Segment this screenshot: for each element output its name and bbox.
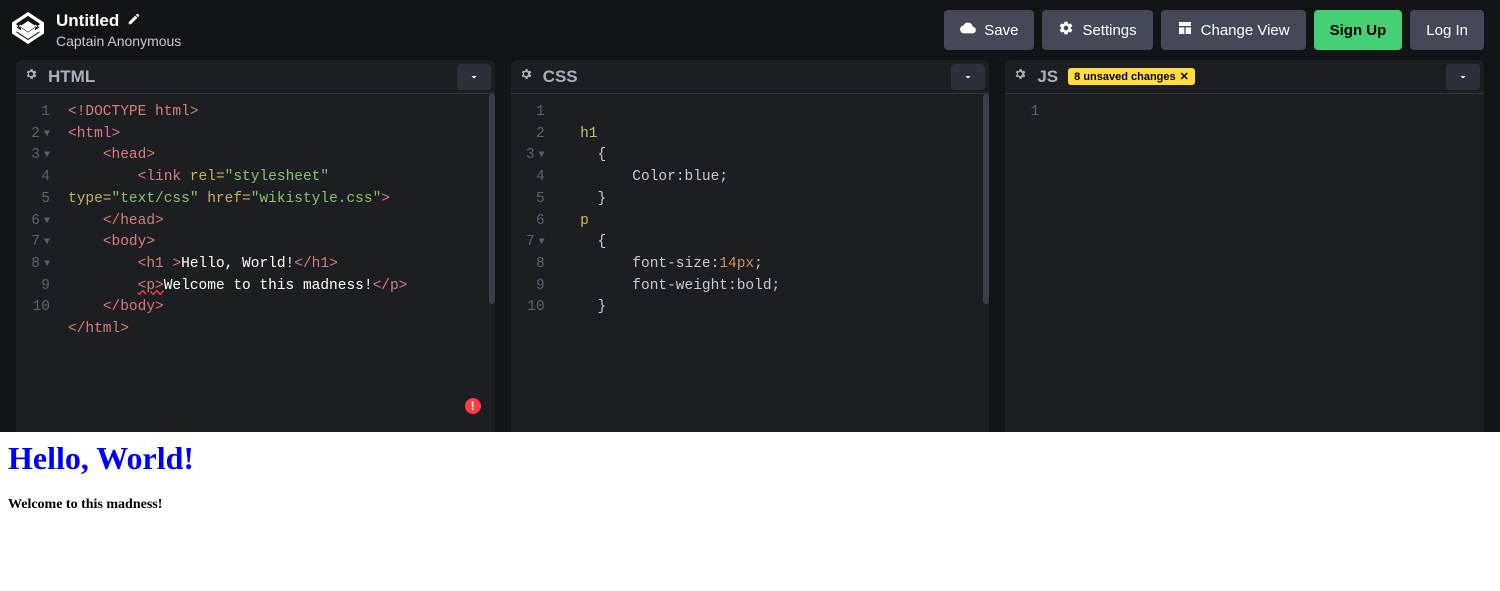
preview-p: Welcome to this madness! xyxy=(8,497,1492,513)
html-editor-dropdown[interactable] xyxy=(457,64,491,90)
close-icon[interactable]: ✕ xyxy=(1180,70,1189,83)
settings-button[interactable]: Settings xyxy=(1042,10,1152,50)
js-code[interactable] xyxy=(1053,94,1065,432)
log-in-button[interactable]: Log In xyxy=(1410,10,1484,50)
js-editor-dropdown[interactable] xyxy=(1446,64,1480,90)
js-gutter: 1 xyxy=(1005,94,1053,432)
preview-pane: Hello, World! Welcome to this madness! xyxy=(0,432,1500,591)
js-editor-label: JS xyxy=(1037,67,1058,87)
author-name[interactable]: Captain Anonymous xyxy=(56,33,181,49)
html-editor: HTML 1 2▼ 3▼ 4 5 6▼ 7▼ 8▼ 9 10 <!DOCTYPE… xyxy=(16,60,495,432)
css-editor-dropdown[interactable] xyxy=(951,64,985,90)
gear-icon[interactable] xyxy=(1013,67,1027,86)
scrollbar[interactable] xyxy=(983,94,989,304)
title-block: Untitled Captain Anonymous xyxy=(56,11,181,49)
css-editor: CSS 1 2 3▼ 4 5 6 7▼ 8 9 10 h1 { Color:bl… xyxy=(511,60,990,432)
app-header: Untitled Captain Anonymous Save Settings… xyxy=(0,0,1500,60)
save-label: Save xyxy=(984,22,1018,39)
edit-title-icon[interactable] xyxy=(127,12,141,31)
settings-label: Settings xyxy=(1082,22,1136,39)
layout-icon xyxy=(1177,20,1193,40)
html-editor-label: HTML xyxy=(48,67,95,87)
change-view-label: Change View xyxy=(1201,22,1290,39)
js-editor-body[interactable]: 1 xyxy=(1005,94,1484,432)
css-code[interactable]: h1 { Color:blue; } p { font-size:14px; f… xyxy=(559,94,789,432)
codepen-logo-icon[interactable] xyxy=(12,12,44,49)
editors-row: HTML 1 2▼ 3▼ 4 5 6▼ 7▼ 8▼ 9 10 <!DOCTYPE… xyxy=(0,60,1500,432)
preview-h1: Hello, World! xyxy=(8,440,1492,477)
log-in-label: Log In xyxy=(1426,22,1468,39)
header-left: Untitled Captain Anonymous xyxy=(12,11,181,49)
css-gutter: 1 2 3▼ 4 5 6 7▼ 8 9 10 xyxy=(511,94,559,432)
js-editor-header: JS 8 unsaved changes ✕ xyxy=(1005,60,1484,94)
css-editor-body[interactable]: 1 2 3▼ 4 5 6 7▼ 8 9 10 h1 { Color:blue; … xyxy=(511,94,990,432)
html-code[interactable]: <!DOCTYPE html> <html> <head> <link rel=… xyxy=(64,94,415,432)
gear-icon xyxy=(1058,20,1074,40)
scrollbar[interactable] xyxy=(489,94,495,304)
js-editor: JS 8 unsaved changes ✕ 1 xyxy=(1005,60,1484,432)
css-editor-label: CSS xyxy=(543,67,578,87)
html-editor-header: HTML xyxy=(16,60,495,94)
html-editor-body[interactable]: 1 2▼ 3▼ 4 5 6▼ 7▼ 8▼ 9 10 <!DOCTYPE html… xyxy=(16,94,495,432)
gear-icon[interactable] xyxy=(24,67,38,86)
sign-up-label: Sign Up xyxy=(1330,22,1387,39)
html-gutter: 1 2▼ 3▼ 4 5 6▼ 7▼ 8▼ 9 10 xyxy=(16,94,64,432)
header-right: Save Settings Change View Sign Up Log In xyxy=(944,10,1484,50)
pen-title[interactable]: Untitled xyxy=(56,11,119,31)
change-view-button[interactable]: Change View xyxy=(1161,10,1306,50)
save-button[interactable]: Save xyxy=(944,10,1034,50)
error-indicator-icon[interactable]: ! xyxy=(465,398,481,414)
unsaved-changes-badge[interactable]: 8 unsaved changes ✕ xyxy=(1068,68,1195,85)
cloud-icon xyxy=(960,20,976,40)
gear-icon[interactable] xyxy=(519,67,533,86)
css-editor-header: CSS xyxy=(511,60,990,94)
sign-up-button[interactable]: Sign Up xyxy=(1314,10,1403,50)
